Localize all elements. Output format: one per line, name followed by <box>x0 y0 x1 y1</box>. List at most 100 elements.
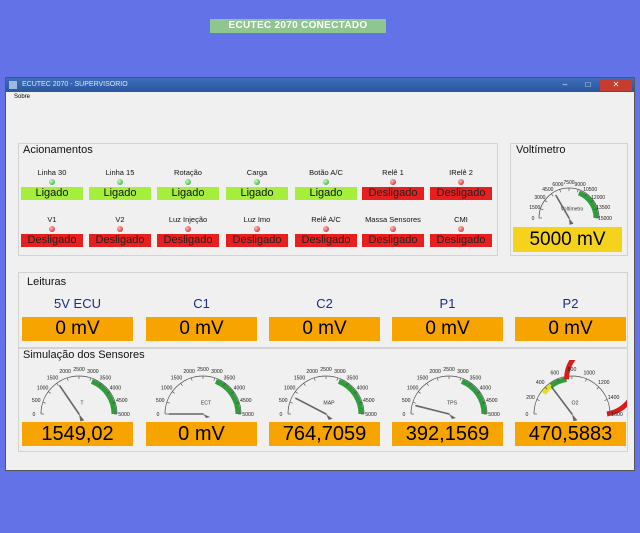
acionamento-label: Massa Sensores <box>365 215 421 224</box>
sensor-gauge-map[interactable]: 0 500 1000 15002000 2500 30003500 4000 4500 5000… <box>269 360 381 422</box>
acionamento-state: Ligado <box>21 187 83 200</box>
acionamento-cell: Luz Injeção Desligado <box>157 215 219 247</box>
gauge-tick <box>295 391 298 394</box>
gauge-tick-label: 4000 <box>357 386 369 392</box>
gauge-tick-label: 600 <box>550 370 559 376</box>
title-bar[interactable]: ECUTEC 2070 - SUPERVISORIO – □ ✕ <box>6 78 634 92</box>
acionamento-cell: Linha 30 Ligado <box>21 168 83 200</box>
status-led-icon <box>323 226 329 232</box>
status-led-icon <box>254 179 260 185</box>
gauge-tick-label: 1600 <box>611 412 623 418</box>
gauge-tick-label: 7500 <box>563 180 574 186</box>
gauge-tick-label: 4000 <box>480 386 492 392</box>
acionamento-cell: Relê A/C Desligado <box>295 215 357 247</box>
gauge-tick <box>172 391 175 394</box>
gauge-needle-tail <box>572 414 578 422</box>
gauge-tick-label: 4000 <box>110 386 122 392</box>
maximize-button[interactable]: □ <box>577 79 599 91</box>
leitura-channel-label: P2 <box>562 296 579 311</box>
status-led-icon <box>458 179 464 185</box>
acionamento-label: V2 <box>115 215 125 224</box>
status-led-icon <box>458 226 464 232</box>
leitura-channel-label: P1 <box>439 296 456 311</box>
leitura-channel-label: 5V ECU <box>54 296 101 311</box>
acionamento-state: Desligado <box>157 234 219 247</box>
gauge-needle <box>550 386 573 415</box>
gauge-needle-tail <box>326 414 333 420</box>
acionamento-label: Linha 15 <box>105 168 135 177</box>
gauge-needle <box>59 385 80 415</box>
sensor-gauge-tps[interactable]: 0 500 1000 15002000 2500 30003500 4000 4500 5000… <box>392 360 504 422</box>
gauge-tick-label: 500 <box>279 398 288 404</box>
gauge-tick <box>42 401 46 404</box>
gauge-tick <box>303 383 306 386</box>
gauge-tick-label: 1000 <box>161 386 173 392</box>
app-icon <box>9 81 17 89</box>
acionamento-state: Desligado <box>21 234 83 247</box>
gauge-tick-label: 2500 <box>73 367 85 373</box>
leituras-title: Leituras <box>27 276 67 288</box>
gauge-tick <box>213 377 216 381</box>
sensor-gauge-value: 392,1569 <box>392 422 503 446</box>
sensor-gauge-t[interactable]: 0 500 1000 15002000 2500 30003500 4000 4500 5000… <box>22 360 134 422</box>
gauge-tick-label: 1400 <box>608 395 620 401</box>
gauge-tick-label: 0 <box>157 412 160 418</box>
gauge-tick <box>551 193 554 197</box>
leitura-channel-value: 0 mV <box>22 317 133 341</box>
acionamento-cell: CMI Desligado <box>430 215 492 247</box>
gauge-needle-tail <box>79 414 85 422</box>
sensor-gauge-value: 1549,02 <box>22 422 133 446</box>
gauge-needle <box>295 397 327 415</box>
gauge-tick-label: 2500 <box>197 367 209 373</box>
gauge-tick <box>604 399 608 401</box>
gauge-name: TPS <box>447 401 458 407</box>
gauge-tick-label: 3500 <box>470 376 482 382</box>
gauge-tick <box>190 377 193 381</box>
gauge-needle-tail <box>203 414 211 418</box>
minimize-button[interactable]: – <box>554 79 576 91</box>
gauge-tick-label: 3000 <box>211 369 223 375</box>
menu-item-sobre[interactable]: Sobre <box>14 94 30 100</box>
gauge-tick <box>336 377 339 381</box>
leitura-channel-value: 0 mV <box>515 317 626 341</box>
voltimetro-value: 5000 mV <box>513 227 622 252</box>
gauge-tick-label: 500 <box>156 398 165 404</box>
acionamento-label: CMI <box>454 215 468 224</box>
acionamento-cell: Botão A/C Ligado <box>295 168 357 200</box>
acionamento-cell: Luz Imo Desligado <box>226 215 288 247</box>
gauge-tick <box>180 383 183 386</box>
gauge-tick-label: 4000 <box>234 386 246 392</box>
acionamento-label: Botão A/C <box>309 168 343 177</box>
gauge-tick-label: 3500 <box>347 376 359 382</box>
gauge-tick-label: 5000 <box>118 412 130 418</box>
menu-bar: Sobre <box>6 92 634 103</box>
sensor-gauge-o2[interactable]: 0 200 400 600 800 10001200 1400 1600 O2 <box>515 360 627 422</box>
acionamento-label: IRelê 2 <box>449 168 473 177</box>
gauge-tick-label: 4500 <box>116 398 128 404</box>
gauge-tick-label: 3000 <box>534 195 545 201</box>
gauge-tick-label: 13500 <box>596 205 610 211</box>
acionamento-state: Desligado <box>430 234 492 247</box>
sensor-gauge-ect[interactable]: 0 500 1000 15002000 2500 30003500 4000 4500 5000… <box>146 360 258 422</box>
acionamento-cell: V1 Desligado <box>21 215 83 247</box>
acionamento-label: Relê 1 <box>382 168 404 177</box>
status-led-icon <box>185 179 191 185</box>
acionamento-label: Luz Injeção <box>168 215 208 224</box>
sensor-gauge-value: 470,5883 <box>515 422 626 446</box>
gauge-tick <box>596 386 600 390</box>
status-led-icon <box>117 226 123 232</box>
acionamento-cell: V2 Desligado <box>89 215 151 247</box>
close-button[interactable]: ✕ <box>600 79 632 91</box>
acionamento-cell: IRelê 2 Desligado <box>430 168 492 200</box>
status-led-icon <box>390 226 396 232</box>
leitura-channel-value: 0 mV <box>146 317 257 341</box>
window-title: ECUTEC 2070 - SUPERVISORIO <box>22 81 128 88</box>
acionamento-label: Rotação <box>174 168 202 177</box>
status-led-icon <box>323 179 329 185</box>
gauge-tick <box>459 377 462 381</box>
gauge-tick-label: 400 <box>536 380 545 386</box>
acionamentos-title: Acionamentos <box>23 144 93 156</box>
status-led-icon <box>49 179 55 185</box>
gauge-tick-label: 2000 <box>306 369 318 375</box>
gauge-tick-label: 1000 <box>37 386 49 392</box>
